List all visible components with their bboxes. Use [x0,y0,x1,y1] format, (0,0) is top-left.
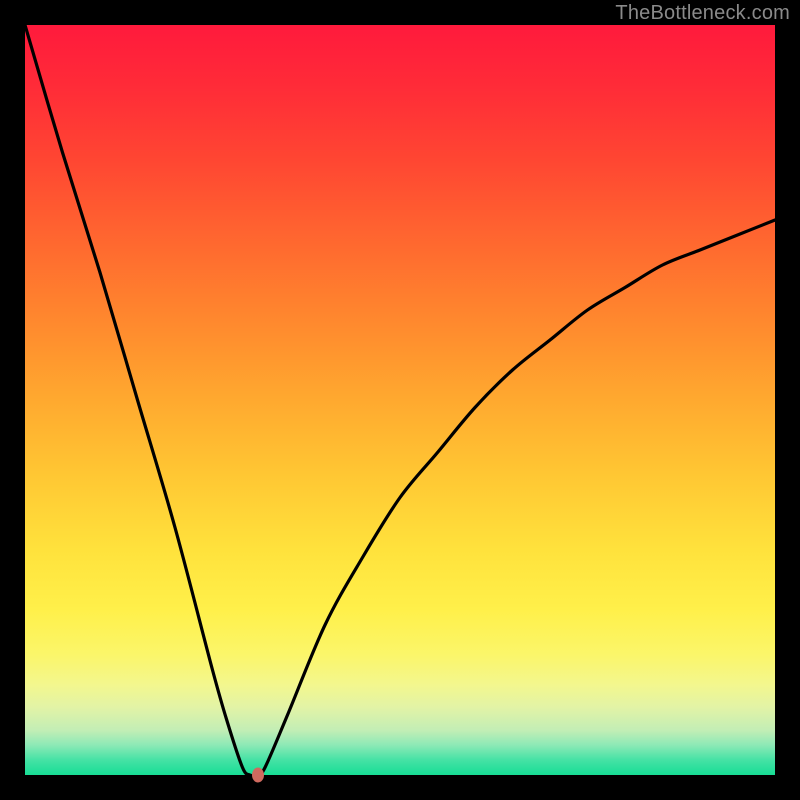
chart-container: TheBottleneck.com [0,0,800,800]
minimum-marker-dot [252,768,264,783]
bottleneck-curve [25,25,775,775]
plot-area [25,25,775,775]
attribution-text: TheBottleneck.com [615,2,790,25]
